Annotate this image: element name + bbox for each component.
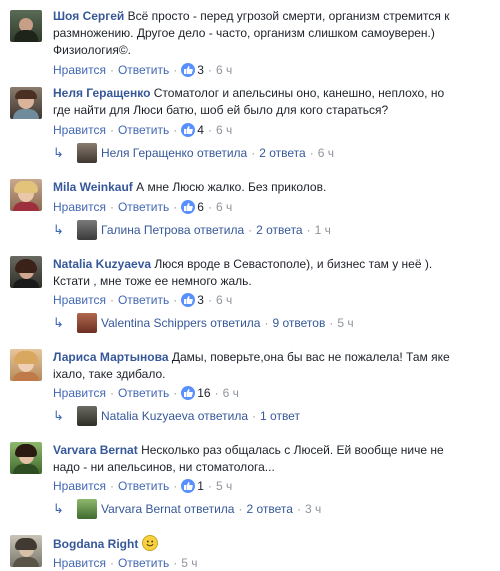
reply-link[interactable]: Ответить: [118, 63, 169, 77]
comment-actions: Нравится · Ответить · 1 · 5 ч: [53, 479, 233, 493]
view-replies-link[interactable]: ↳ Неля Геращенко ответила · 2 ответа · 6 ч: [53, 142, 334, 164]
comment-body: Шоя Сергей Всё просто - перед угрозой см…: [53, 8, 450, 59]
comment-actions: Нравится · Ответить · 6 · 6 ч: [53, 200, 233, 214]
like-count[interactable]: 1: [197, 479, 204, 493]
thumbs-up-icon: [181, 386, 196, 400]
author-name[interactable]: Bogdana Right: [53, 537, 138, 551]
reply-avatar: [77, 220, 97, 240]
like-count[interactable]: 4: [197, 123, 204, 137]
comment-body: Mila Weinkauf А мне Люсю жалко. Без прик…: [53, 179, 450, 196]
comment-body: Неля Геращенко Стоматолог и апельсины он…: [53, 85, 450, 119]
author-name[interactable]: Varvara Bernat: [53, 443, 138, 457]
like-count[interactable]: 6: [197, 200, 204, 214]
reply-link[interactable]: Ответить: [118, 386, 169, 400]
thumbs-up-icon: [181, 479, 196, 493]
reply-count[interactable]: 2 ответа: [256, 223, 302, 237]
view-replies-link[interactable]: ↳ Valentina Schippers ответила · 9 ответов ·…: [53, 312, 354, 334]
comment-body: Лариса Мартынова Дамы, поверьте,она бы в…: [53, 349, 450, 383]
reply-author[interactable]: Галина Петрова: [101, 223, 191, 237]
timestamp[interactable]: 5 ч: [216, 479, 232, 493]
avatar[interactable]: [10, 256, 42, 288]
timestamp[interactable]: 5 ч: [337, 316, 353, 330]
reply-verb: ответила: [197, 409, 249, 423]
thumbs-up-icon: [181, 200, 196, 214]
comment-body: Bogdana Right: [53, 535, 450, 553]
thumbs-up-icon: [181, 123, 196, 137]
avatar[interactable]: [10, 442, 42, 474]
reply-count[interactable]: 9 ответов: [272, 316, 325, 330]
timestamp[interactable]: 6 ч: [216, 123, 232, 137]
reply-arrow-icon: ↳: [53, 408, 64, 423]
author-name[interactable]: Natalia Kuzyaeva: [53, 257, 151, 271]
reply-author[interactable]: Natalia Kuzyaeva: [101, 409, 194, 423]
author-name[interactable]: Шоя Сергей: [53, 9, 124, 23]
reply-link[interactable]: Ответить: [118, 293, 169, 307]
thumbs-up-icon: [181, 63, 196, 77]
timestamp[interactable]: 6 ч: [216, 63, 232, 77]
like-count[interactable]: 16: [197, 386, 210, 400]
reply-author[interactable]: Неля Геращенко: [101, 146, 194, 160]
reply-link[interactable]: Ответить: [118, 123, 169, 137]
reply-author[interactable]: Varvara Bernat: [101, 502, 181, 516]
reply-link[interactable]: Ответить: [118, 556, 169, 570]
avatar[interactable]: [10, 87, 42, 119]
reply-verb: ответила: [184, 502, 235, 516]
like-link[interactable]: Нравится: [53, 556, 106, 570]
timestamp[interactable]: 1 ч: [315, 223, 331, 237]
view-replies-link[interactable]: ↳ Varvara Bernat ответила · 2 ответа · 3 ч: [53, 498, 321, 520]
timestamp[interactable]: 6 ч: [318, 146, 334, 160]
like-link[interactable]: Нравится: [53, 479, 106, 493]
reply-arrow-icon: ↳: [53, 501, 64, 516]
timestamp[interactable]: 6 ч: [223, 386, 239, 400]
reply-avatar: [77, 313, 97, 333]
reply-avatar: [77, 406, 97, 426]
avatar[interactable]: [10, 179, 42, 211]
avatar[interactable]: [10, 10, 42, 42]
like-link[interactable]: Нравится: [53, 386, 106, 400]
reply-arrow-icon: ↳: [53, 145, 64, 160]
reply-author[interactable]: Valentina Schippers: [101, 316, 207, 330]
comment-body: Natalia Kuzyaeva Люся вроде в Севастопол…: [53, 256, 450, 290]
like-count[interactable]: 3: [197, 293, 204, 307]
avatar[interactable]: [10, 535, 42, 567]
reply-avatar: [77, 499, 97, 519]
timestamp[interactable]: 5 ч: [181, 556, 197, 570]
avatar[interactable]: [10, 349, 42, 381]
comment-actions: Нравится · Ответить · 3 · 6 ч: [53, 293, 233, 307]
timestamp[interactable]: 6 ч: [216, 293, 232, 307]
timestamp[interactable]: 6 ч: [216, 200, 232, 214]
comment-actions: Нравится · Ответить · 3 · 6 ч: [53, 63, 233, 77]
like-link[interactable]: Нравится: [53, 123, 106, 137]
comment-body: Varvara Bernat Несколько раз общалась с …: [53, 442, 450, 476]
comment-actions: Нравится · Ответить · 16 · 6 ч: [53, 386, 239, 400]
reply-verb: ответила: [193, 223, 245, 237]
reply-avatar: [77, 143, 97, 163]
reply-verb: ответила: [210, 316, 261, 330]
reply-link[interactable]: Ответить: [118, 200, 169, 214]
author-name[interactable]: Mila Weinkauf: [53, 180, 133, 194]
reply-verb: ответила: [196, 146, 248, 160]
comment-text: А мне Люсю жалко. Без приколов.: [136, 180, 327, 194]
reply-count[interactable]: 1 ответ: [260, 409, 300, 423]
author-name[interactable]: Неля Геращенко: [53, 86, 150, 100]
like-link[interactable]: Нравится: [53, 293, 106, 307]
like-count[interactable]: 3: [197, 63, 204, 77]
reply-count[interactable]: 2 ответа: [259, 146, 305, 160]
comment-actions: Нравится · Ответить · 5 ч: [53, 556, 198, 570]
timestamp[interactable]: 3 ч: [305, 502, 321, 516]
view-replies-link[interactable]: ↳ Natalia Kuzyaeva ответила · 1 ответ: [53, 405, 300, 427]
comment-actions: Нравится · Ответить · 4 · 6 ч: [53, 123, 233, 137]
author-name[interactable]: Лариса Мартынова: [53, 350, 169, 364]
reply-count[interactable]: 2 ответа: [246, 502, 292, 516]
view-replies-link[interactable]: ↳ Галина Петрова ответила · 2 ответа · 1 ч: [53, 219, 331, 241]
reply-link[interactable]: Ответить: [118, 479, 169, 493]
like-link[interactable]: Нравится: [53, 200, 106, 214]
like-link[interactable]: Нравится: [53, 63, 106, 77]
reply-arrow-icon: ↳: [53, 315, 64, 330]
smiley-emoji-icon: [142, 535, 159, 551]
thumbs-up-icon: [181, 293, 196, 307]
reply-arrow-icon: ↳: [53, 222, 64, 237]
